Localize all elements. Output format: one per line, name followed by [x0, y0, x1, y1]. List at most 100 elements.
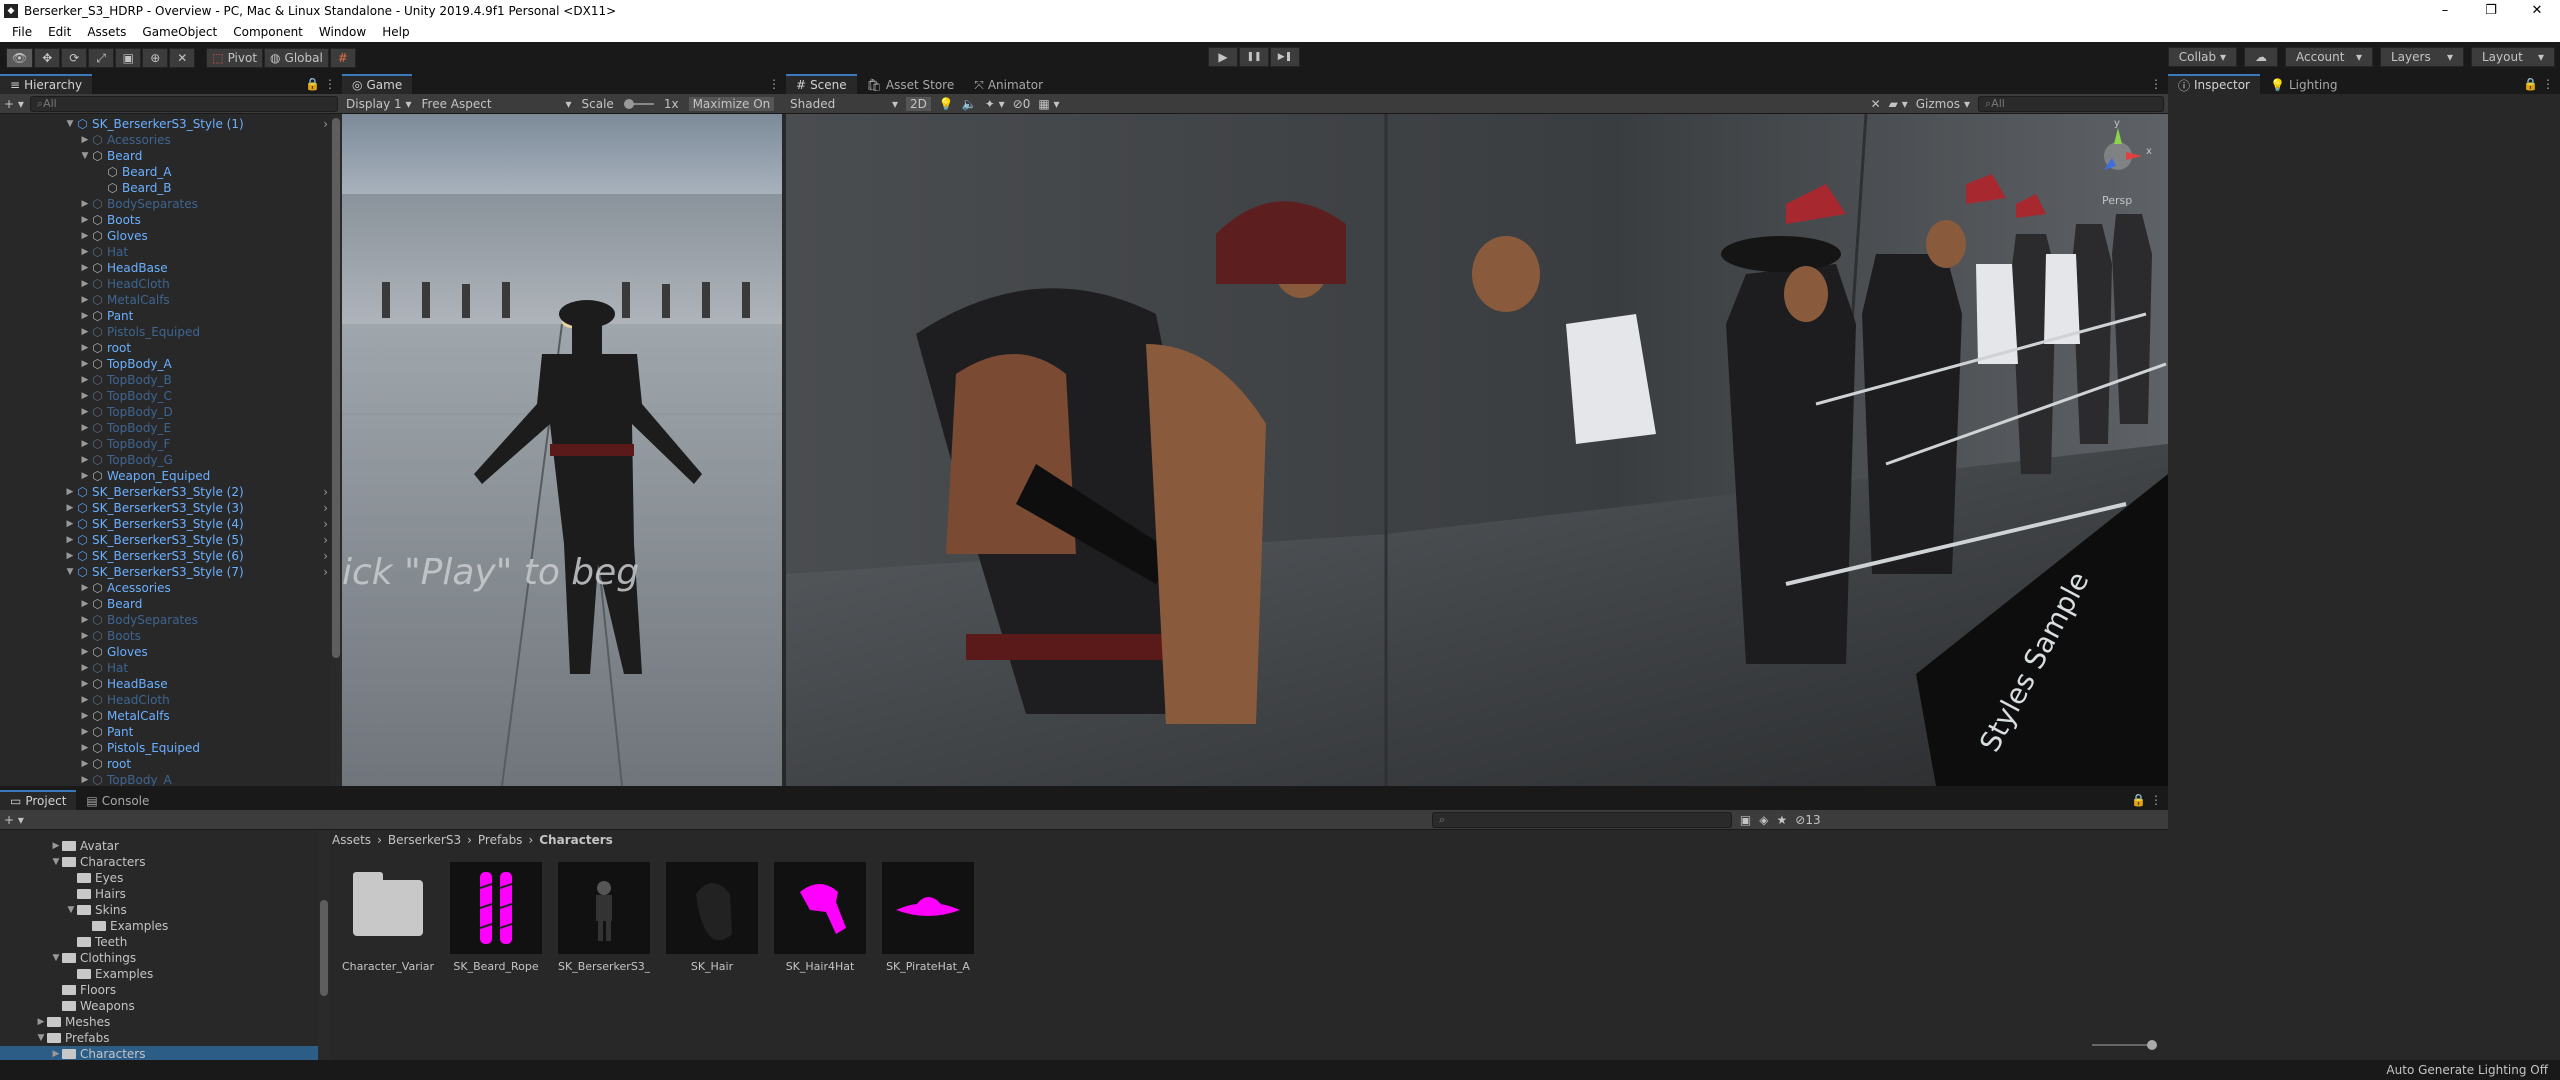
project-folder-item[interactable]: ▶ Meshes — [0, 1014, 330, 1030]
tab-scene[interactable]: # Scene — [786, 74, 857, 94]
hierarchy-item[interactable]: ▼ ⬡ SK_BerserkerS3_Style (1) › — [0, 116, 342, 132]
filter-type-icon[interactable]: ▣ — [1740, 813, 1751, 827]
asset-item[interactable]: SK_PirateHat_A — [882, 862, 974, 973]
expand-right-icon[interactable]: ▶ — [79, 724, 91, 740]
tab-hierarchy[interactable]: ≡ Hierarchy — [0, 74, 93, 94]
panel-menu-icon[interactable]: ⋮ — [768, 77, 780, 91]
prefab-chevron-icon[interactable]: › — [323, 116, 328, 132]
expand-right-icon[interactable]: ▶ — [79, 676, 91, 692]
prefab-chevron-icon[interactable]: › — [323, 516, 328, 532]
tab-inspector[interactable]: ⓘ Inspector — [2168, 74, 2260, 94]
rotate-tool-icon[interactable]: ⟳ — [61, 48, 88, 68]
hierarchy-item[interactable]: ⬡ Beard_A — [0, 164, 342, 180]
cloud-icon[interactable]: ☁ — [2244, 47, 2278, 67]
hierarchy-item[interactable]: ▶ ⬡ MetalCalfs — [0, 708, 342, 724]
project-folder-item[interactable]: Floors — [0, 982, 330, 998]
expand-right-icon[interactable]: ▶ — [79, 644, 91, 660]
hierarchy-item[interactable]: ▶ ⬡ Boots — [0, 628, 342, 644]
expand-right-icon[interactable]: ▶ — [64, 548, 76, 564]
breadcrumb-item[interactable]: Characters — [539, 833, 613, 847]
expand-down-icon[interactable]: ▼ — [79, 148, 91, 164]
expand-right-icon[interactable]: ▶ — [79, 628, 91, 644]
hierarchy-item[interactable]: ▶ ⬡ TopBody_C — [0, 388, 342, 404]
lighting-toggle-icon[interactable]: 💡 — [939, 97, 954, 111]
tab-asset-store[interactable]: 🛍 Asset Store — [856, 74, 965, 94]
expand-right-icon[interactable]: ▶ — [79, 324, 91, 340]
hierarchy-scrollbar[interactable] — [330, 114, 342, 786]
expand-right-icon[interactable]: ▶ — [50, 838, 62, 854]
asset-item[interactable]: Character_Varian... — [342, 862, 434, 973]
expand-right-icon[interactable]: ▶ — [79, 756, 91, 772]
expand-right-icon[interactable]: ▶ — [79, 436, 91, 452]
tab-console[interactable]: ▤ Console — [76, 790, 160, 810]
expand-right-icon[interactable]: ▶ — [79, 212, 91, 228]
hierarchy-item[interactable]: ▶ ⬡ Acessories — [0, 132, 342, 148]
expand-right-icon[interactable]: ▶ — [79, 132, 91, 148]
hierarchy-item[interactable]: ▶ ⬡ HeadBase — [0, 676, 342, 692]
global-button[interactable]: ◍ Global — [264, 48, 329, 68]
maximize-on-play-toggle[interactable]: Maximize On — [688, 96, 775, 111]
shading-dropdown[interactable]: Shaded ▾ — [790, 97, 898, 111]
scene-search-input[interactable]: ⌕ All — [1978, 95, 2164, 112]
prefab-chevron-icon[interactable]: › — [323, 532, 328, 548]
hierarchy-item[interactable]: ▶ ⬡ Pant — [0, 308, 342, 324]
expand-right-icon[interactable]: ▶ — [50, 1046, 62, 1060]
scale-slider[interactable] — [623, 98, 654, 109]
hierarchy-item[interactable]: ▶ ⬡ Gloves — [0, 228, 342, 244]
expand-down-icon[interactable]: ▼ — [64, 564, 76, 580]
project-folder-item[interactable]: Teeth — [0, 934, 330, 950]
expand-right-icon[interactable]: ▶ — [79, 452, 91, 468]
hierarchy-item[interactable]: ▶ ⬡ Boots — [0, 212, 342, 228]
expand-right-icon[interactable]: ▶ — [64, 532, 76, 548]
asset-item[interactable]: SK_Hair — [666, 862, 758, 973]
expand-right-icon[interactable]: ▶ — [79, 420, 91, 436]
expand-right-icon[interactable]: ▶ — [79, 692, 91, 708]
hierarchy-item[interactable]: ▶ ⬡ Pistols_Equiped — [0, 324, 342, 340]
expand-right-icon[interactable]: ▶ — [79, 580, 91, 596]
expand-down-icon[interactable]: ▼ — [65, 902, 77, 918]
play-button[interactable]: ▶ — [1208, 47, 1238, 67]
expand-right-icon[interactable]: ▶ — [79, 388, 91, 404]
project-tree-scrollbar[interactable] — [318, 830, 330, 1060]
asset-item[interactable]: SK_Beard_Rope — [450, 862, 542, 973]
hierarchy-item[interactable]: ▶ ⬡ Hat — [0, 660, 342, 676]
grid-snap-button[interactable]: # — [329, 48, 356, 68]
hierarchy-item[interactable]: ▶ ⬡ BodySeparates — [0, 196, 342, 212]
project-folder-item[interactable]: ▶ Avatar — [0, 838, 330, 854]
aspect-dropdown[interactable]: Free Aspect ▾ — [422, 97, 572, 111]
menu-window[interactable]: Window — [311, 25, 374, 39]
hierarchy-item[interactable]: ▶ ⬡ Beard — [0, 596, 342, 612]
hierarchy-search-input[interactable]: ⌕ All — [29, 95, 338, 112]
hierarchy-item[interactable]: ▶ ⬡ Hat — [0, 244, 342, 260]
pivot-button[interactable]: ⬚ Pivot — [206, 48, 264, 68]
pause-button[interactable]: ❚❚ — [1239, 47, 1269, 67]
expand-right-icon[interactable]: ▶ — [79, 356, 91, 372]
tab-game[interactable]: ◎ Game — [342, 74, 413, 94]
project-folder-item[interactable]: ▼ Characters — [0, 854, 330, 870]
expand-right-icon[interactable]: ▶ — [79, 244, 91, 260]
gizmos-dropdown[interactable]: Gizmos ▾ — [1916, 97, 1970, 111]
hierarchy-item[interactable]: ▶ ⬡ Pistols_Equiped — [0, 740, 342, 756]
menu-component[interactable]: Component — [225, 25, 311, 39]
grid-toggle-icon[interactable]: ▦ ▾ — [1038, 97, 1059, 111]
camera-icon[interactable]: ▰ ▾ — [1889, 97, 1908, 111]
hierarchy-item[interactable]: ▶ ⬡ SK_BerserkerS3_Style (2) › — [0, 484, 342, 500]
prefab-chevron-icon[interactable]: › — [323, 484, 328, 500]
hierarchy-item[interactable]: ▶ ⬡ SK_BerserkerS3_Style (6) › — [0, 548, 342, 564]
expand-down-icon[interactable]: ▼ — [64, 116, 76, 132]
menu-gameobject[interactable]: GameObject — [134, 25, 225, 39]
prefab-chevron-icon[interactable]: › — [323, 500, 328, 516]
hierarchy-item[interactable]: ⬡ Beard_B — [0, 180, 342, 196]
expand-right-icon[interactable]: ▶ — [79, 196, 91, 212]
expand-right-icon[interactable]: ▶ — [35, 1014, 47, 1030]
expand-right-icon[interactable]: ▶ — [79, 772, 91, 786]
expand-right-icon[interactable]: ▶ — [79, 260, 91, 276]
tab-lighting[interactable]: 💡 Lighting — [2260, 74, 2348, 94]
project-folder-item[interactable]: ▼ Clothings — [0, 950, 330, 966]
scale-tool-icon[interactable]: ⤢ — [88, 48, 115, 68]
hierarchy-item[interactable]: ▶ ⬡ BodySeparates — [0, 612, 342, 628]
expand-right-icon[interactable]: ▶ — [79, 740, 91, 756]
project-search-input[interactable]: ⌕ — [1431, 811, 1732, 828]
custom-tool-icon[interactable]: ✕ — [169, 48, 196, 68]
hierarchy-item[interactable]: ▶ ⬡ Acessories — [0, 580, 342, 596]
